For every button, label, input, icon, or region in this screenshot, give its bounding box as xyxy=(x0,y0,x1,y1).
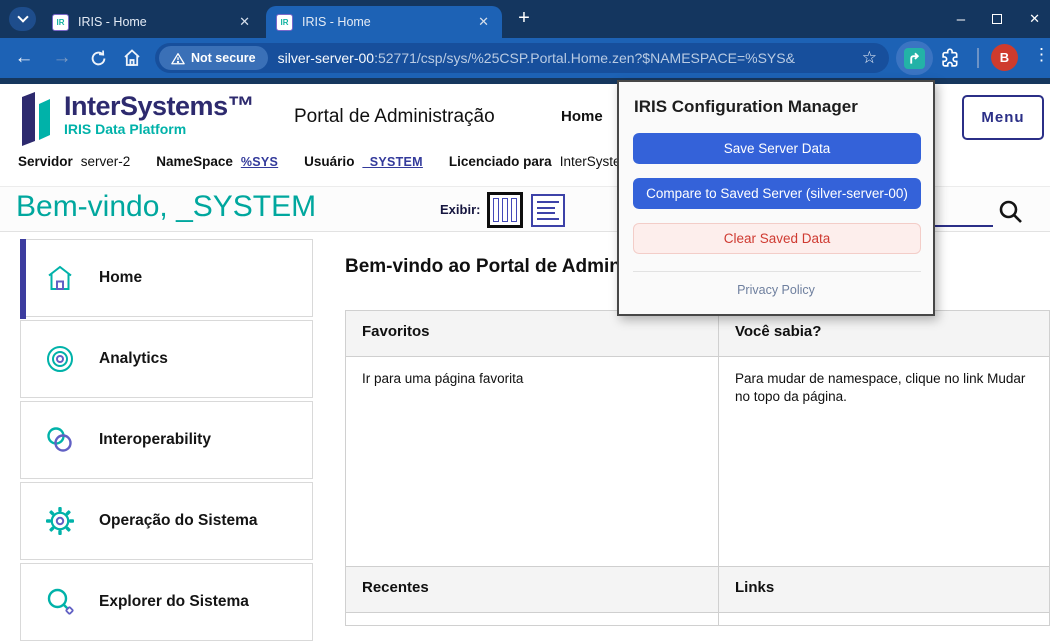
forward-button[interactable]: → xyxy=(46,38,78,78)
bookmark-star-icon[interactable]: ☆ xyxy=(862,48,877,68)
chevron-down-icon xyxy=(17,11,28,22)
didyouknow-text: Para mudar de namespace, clique no link … xyxy=(718,357,1049,567)
url-host: silver-server-00 xyxy=(278,50,374,66)
user-label: Usuário xyxy=(304,154,354,169)
browser-tab-1[interactable]: IR IRIS - Home ✕ xyxy=(42,6,263,38)
not-secure-label: Not secure xyxy=(191,51,256,65)
iris-extension-icon xyxy=(904,48,925,69)
popup-title: IRIS Configuration Manager xyxy=(634,97,858,117)
server-info-namespace: NameSpace %SYS xyxy=(156,154,278,169)
extensions-button[interactable] xyxy=(939,47,961,74)
links-header: Links xyxy=(718,567,1049,612)
sidebar-item-label: Home xyxy=(99,269,142,287)
sidebar-item-label: Explorer do Sistema xyxy=(99,593,249,611)
extension-popup: IRIS Configuration Manager Save Server D… xyxy=(617,80,935,316)
minimize-button[interactable]: – xyxy=(957,11,965,28)
intersystems-logo: InterSystems™ IRIS Data Platform xyxy=(22,92,254,146)
puzzle-icon xyxy=(939,47,961,69)
reload-button[interactable] xyxy=(82,38,114,78)
not-secure-chip[interactable]: Not secure xyxy=(159,46,268,70)
close-tab-icon[interactable]: ✕ xyxy=(475,14,492,30)
home-icon xyxy=(122,48,142,68)
columns-view-button[interactable] xyxy=(487,192,523,228)
tab-title: IRIS - Home xyxy=(78,15,236,29)
iris-favicon: IR xyxy=(276,14,293,31)
table-header-row: Recentes Links xyxy=(346,567,1049,613)
home-icon xyxy=(43,261,77,295)
iris-favicon: IR xyxy=(52,14,69,31)
favorites-text[interactable]: Ir para uma página favorita xyxy=(346,357,718,567)
iris-extension-button[interactable] xyxy=(896,41,933,75)
server-info-user: Usuário _SYSTEM xyxy=(304,154,423,169)
list-view-button[interactable] xyxy=(531,194,565,227)
window-controls: – ✕ xyxy=(957,0,1040,38)
namespace-label: NameSpace xyxy=(156,154,233,169)
popup-divider xyxy=(633,271,921,272)
dashboard-grid: Favoritos Você sabia? Ir para uma página… xyxy=(345,310,1050,626)
clear-saved-data-button[interactable]: Clear Saved Data xyxy=(633,223,921,254)
search-button[interactable] xyxy=(997,198,1024,230)
browser-titlebar: IR IRIS - Home ✕ IR IRIS - Home ✕ + – ✕ xyxy=(0,0,1050,38)
tab-title: IRIS - Home xyxy=(302,15,475,29)
sidebar-item-analytics[interactable]: Analytics xyxy=(20,320,313,398)
analytics-icon xyxy=(43,342,77,376)
table-header-row: Favoritos Você sabia? xyxy=(346,311,1049,357)
favorites-header: Favoritos xyxy=(346,311,718,356)
privacy-policy-link[interactable]: Privacy Policy xyxy=(619,283,933,297)
toolbar-divider xyxy=(977,48,979,68)
browser-tab-2-active[interactable]: IR IRIS - Home ✕ xyxy=(266,6,502,38)
magnifier-icon xyxy=(43,585,77,619)
brand-name: InterSystems™ xyxy=(64,92,254,120)
brand-platform: IRIS Data Platform xyxy=(64,121,254,137)
server-label: Servidor xyxy=(18,154,73,169)
license-label: Licenciado para xyxy=(449,154,552,169)
server-info-row: Servidor server-2 NameSpace %SYS Usuário… xyxy=(18,154,638,169)
gear-icon xyxy=(43,504,77,538)
active-indicator xyxy=(20,239,26,319)
server-info-server: Servidor server-2 xyxy=(18,154,130,169)
sidebar-item-label: Interoperability xyxy=(99,431,211,449)
warning-triangle-icon xyxy=(171,52,185,65)
menu-button[interactable]: Menu xyxy=(962,95,1044,140)
welcome-heading: Bem-vindo, _SYSTEM xyxy=(16,190,316,224)
url-text[interactable]: silver-server-00:52771/csp/sys/%25CSP.Po… xyxy=(278,50,862,66)
browser-menu-button[interactable]: ⋮ xyxy=(1033,45,1047,65)
interoperability-icon xyxy=(43,423,77,457)
close-tab-icon[interactable]: ✕ xyxy=(236,14,253,30)
profile-avatar[interactable]: B xyxy=(991,44,1018,71)
view-label: Exibir: xyxy=(440,202,480,217)
server-info-license: Licenciado para InterSystems xyxy=(449,154,639,169)
recents-cell xyxy=(346,613,718,626)
save-server-data-button[interactable]: Save Server Data xyxy=(633,133,921,164)
address-bar[interactable]: Not secure silver-server-00:52771/csp/sy… xyxy=(155,43,889,73)
links-cell xyxy=(718,613,1049,626)
user-link[interactable]: _SYSTEM xyxy=(362,155,422,169)
new-tab-button[interactable]: + xyxy=(512,5,536,31)
compare-server-button[interactable]: Compare to Saved Server (silver-server-0… xyxy=(633,178,921,209)
home-button[interactable] xyxy=(116,38,148,78)
intersystems-logo-mark xyxy=(22,92,54,146)
nav-home-link[interactable]: Home xyxy=(561,108,603,125)
sidebar-item-interoperability[interactable]: Interoperability xyxy=(20,401,313,479)
sidebar-item-system-operation[interactable]: Operação do Sistema xyxy=(20,482,313,560)
didyouknow-header: Você sabia? xyxy=(718,311,1049,356)
sidebar-item-label: Operação do Sistema xyxy=(99,512,258,530)
server-value: server-2 xyxy=(81,154,131,169)
back-button[interactable]: ← xyxy=(8,38,40,78)
tab-search-button[interactable] xyxy=(9,7,36,31)
page-title: Portal de Administração xyxy=(294,106,495,128)
maximize-button[interactable] xyxy=(992,14,1002,24)
table-row: Ir para uma página favorita Para mudar d… xyxy=(346,357,1049,567)
sidebar-item-label: Analytics xyxy=(99,350,168,368)
table-row xyxy=(346,613,1049,626)
sidebar-item-system-explorer[interactable]: Explorer do Sistema xyxy=(20,563,313,641)
url-path: :52771/csp/sys/%25CSP.Portal.Home.zen?$N… xyxy=(374,50,795,66)
namespace-link[interactable]: %SYS xyxy=(241,155,278,169)
sidebar-item-home[interactable]: Home xyxy=(20,239,313,317)
reload-icon xyxy=(89,49,108,68)
search-icon xyxy=(997,198,1024,225)
recents-header: Recentes xyxy=(346,567,718,612)
sidebar: Home Analytics Interoperability xyxy=(20,239,313,644)
close-window-button[interactable]: ✕ xyxy=(1029,11,1040,27)
